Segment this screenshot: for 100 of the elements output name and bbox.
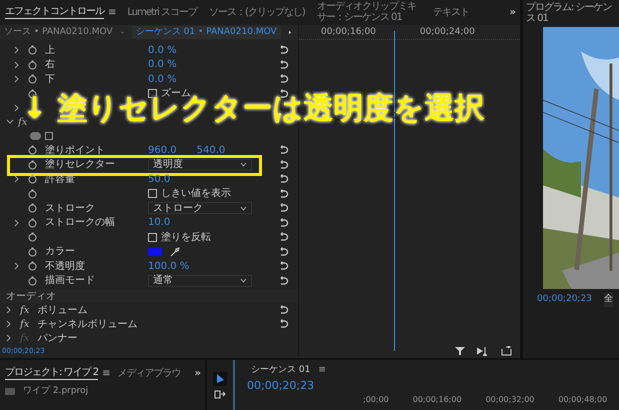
- ruler-label: ;00;00: [363, 394, 389, 406]
- panel-tab[interactable]: オーディオクリップミキサー：シーケンス 01: [316, 1, 421, 24]
- fx-icon[interactable]: fx: [18, 114, 28, 130]
- chevron-icon[interactable]: [6, 119, 14, 125]
- stopwatch-icon[interactable]: [28, 74, 37, 84]
- value-text[interactable]: 50.0: [148, 172, 170, 187]
- timecode-text[interactable]: 00;00;20;23: [537, 293, 592, 306]
- checkbox[interactable]: [148, 232, 157, 242]
- dropdown[interactable]: 透明度: [148, 158, 252, 171]
- stopwatch-icon[interactable]: [28, 203, 37, 214]
- reset-icon[interactable]: [278, 276, 288, 286]
- section-header[interactable]: オーディオ: [6, 288, 56, 304]
- reset-icon[interactable]: [278, 74, 288, 84]
- reset-icon[interactable]: [278, 261, 288, 272]
- zoom-dropdown[interactable]: 全: [604, 293, 613, 306]
- dropdown[interactable]: ストローク: [148, 202, 252, 214]
- value-text[interactable]: 540.0: [196, 142, 226, 158]
- reset-icon[interactable]: [278, 60, 288, 70]
- stopwatch-icon[interactable]: [28, 261, 37, 272]
- stopwatch-icon[interactable]: [28, 60, 37, 70]
- chevron-icon[interactable]: [14, 60, 20, 69]
- property-label: 描画モード: [45, 274, 95, 288]
- dropdown[interactable]: 通常: [148, 274, 252, 287]
- panel-tab[interactable]: Lumetri スコープ: [127, 6, 198, 18]
- chevron-icon[interactable]: [14, 75, 20, 84]
- panel-menu[interactable]: ≡: [108, 5, 116, 20]
- play-icon[interactable]: [288, 29, 291, 36]
- eyedropper-icon[interactable]: [170, 246, 180, 257]
- reset-icon[interactable]: [278, 232, 288, 242]
- panel-tab[interactable]: エフェクトコントロール: [5, 6, 104, 19]
- reset-icon[interactable]: [278, 45, 288, 56]
- selection-tool-icon[interactable]: [213, 372, 227, 386]
- chevron-icon[interactable]: [14, 104, 20, 112]
- timecode-text[interactable]: 00;00;20;23: [243, 378, 611, 394]
- reset-icon[interactable]: [278, 305, 288, 315]
- property-label: 不透明度: [45, 260, 85, 274]
- property-label: カラー: [45, 245, 75, 260]
- stopwatch-icon[interactable]: [28, 232, 37, 242]
- overflow-button[interactable]: »: [510, 5, 515, 20]
- chevron-icon[interactable]: [14, 262, 20, 270]
- panel-tab[interactable]: ソース：(クリップなし): [209, 6, 305, 18]
- property-label: 右: [45, 58, 55, 72]
- stopwatch-icon[interactable]: [28, 160, 37, 170]
- sequence-tab[interactable]: シーケンス 01: [243, 364, 310, 378]
- value-text[interactable]: 100.0 %: [148, 258, 190, 274]
- checkbox-label: 塗りを反転: [161, 230, 211, 245]
- reset-icon[interactable]: [278, 160, 288, 170]
- value-text[interactable]: 10.0: [148, 215, 170, 230]
- value-text[interactable]: 960.0: [148, 142, 177, 158]
- panel-tab[interactable]: プロジェクト: ワイプ 2: [5, 367, 98, 380]
- stopwatch-icon[interactable]: [28, 276, 37, 286]
- filter-icon[interactable]: [455, 346, 465, 356]
- checkbox-label: ズーム: [161, 87, 191, 100]
- reset-icon[interactable]: [278, 218, 288, 228]
- panel-tab[interactable]: テキスト: [432, 6, 469, 18]
- stopwatch-icon[interactable]: [28, 246, 37, 257]
- color-swatch[interactable]: [148, 248, 162, 256]
- chevron-icon[interactable]: [14, 218, 20, 227]
- reset-icon[interactable]: [278, 246, 288, 257]
- property-label: 下: [45, 72, 55, 87]
- value-text[interactable]: 0.0 %: [148, 72, 177, 87]
- reset-icon[interactable]: [278, 203, 288, 214]
- track-select-icon[interactable]: [214, 390, 226, 399]
- overflow-button[interactable]: »: [194, 366, 200, 381]
- reset-icon[interactable]: [278, 174, 288, 184]
- stopwatch-icon[interactable]: [28, 45, 37, 56]
- stopwatch-icon[interactable]: [28, 218, 37, 228]
- rectangle-icon[interactable]: [45, 132, 53, 140]
- chevron-icon[interactable]: [14, 46, 20, 54]
- reset-icon[interactable]: [278, 188, 288, 199]
- fx-icon[interactable]: fx: [20, 316, 30, 332]
- panel-menu[interactable]: ≡: [318, 364, 326, 378]
- checkbox-label: しきい値を表示: [161, 186, 231, 202]
- ruler-label: 00;00;48;00: [558, 394, 608, 406]
- chevron-icon[interactable]: [14, 175, 20, 184]
- fx-icon[interactable]: fx: [20, 302, 30, 318]
- caret-icon: [240, 278, 247, 284]
- monitor-title: プログラム: シーケンス 01: [526, 2, 613, 24]
- panel-menu[interactable]: ≡: [102, 366, 110, 381]
- project-file[interactable]: ワイプ 2.prproj: [23, 385, 88, 398]
- sequence-tab[interactable]: シーケンス 01 • PANA0210.MOV: [132, 26, 281, 40]
- stopwatch-icon[interactable]: [28, 188, 37, 199]
- export-icon[interactable]: [501, 346, 512, 356]
- property-label: 塗りセレクター: [45, 158, 115, 172]
- reset-icon[interactable]: [278, 319, 288, 329]
- value-text[interactable]: 0.0 %: [148, 57, 177, 72]
- checkbox[interactable]: [148, 89, 157, 98]
- ruler-label: 00;00;16;00: [321, 26, 376, 38]
- property-label: ストローク: [45, 202, 95, 216]
- ruler-label: 00;00;16;00: [412, 394, 462, 406]
- source-label: ソース • PANA0210.MOV: [4, 26, 113, 39]
- stopwatch-icon[interactable]: [28, 174, 37, 184]
- value-text[interactable]: 0.0 %: [148, 42, 177, 58]
- reset-icon[interactable]: [278, 145, 288, 156]
- panel-tab[interactable]: メディアブラウ: [117, 368, 180, 380]
- play-audio-icon[interactable]: [477, 346, 489, 356]
- property-label: ストロークの幅: [45, 216, 115, 230]
- stopwatch-icon[interactable]: [28, 145, 37, 156]
- caret-icon: [240, 206, 247, 211]
- checkbox[interactable]: [148, 189, 157, 198]
